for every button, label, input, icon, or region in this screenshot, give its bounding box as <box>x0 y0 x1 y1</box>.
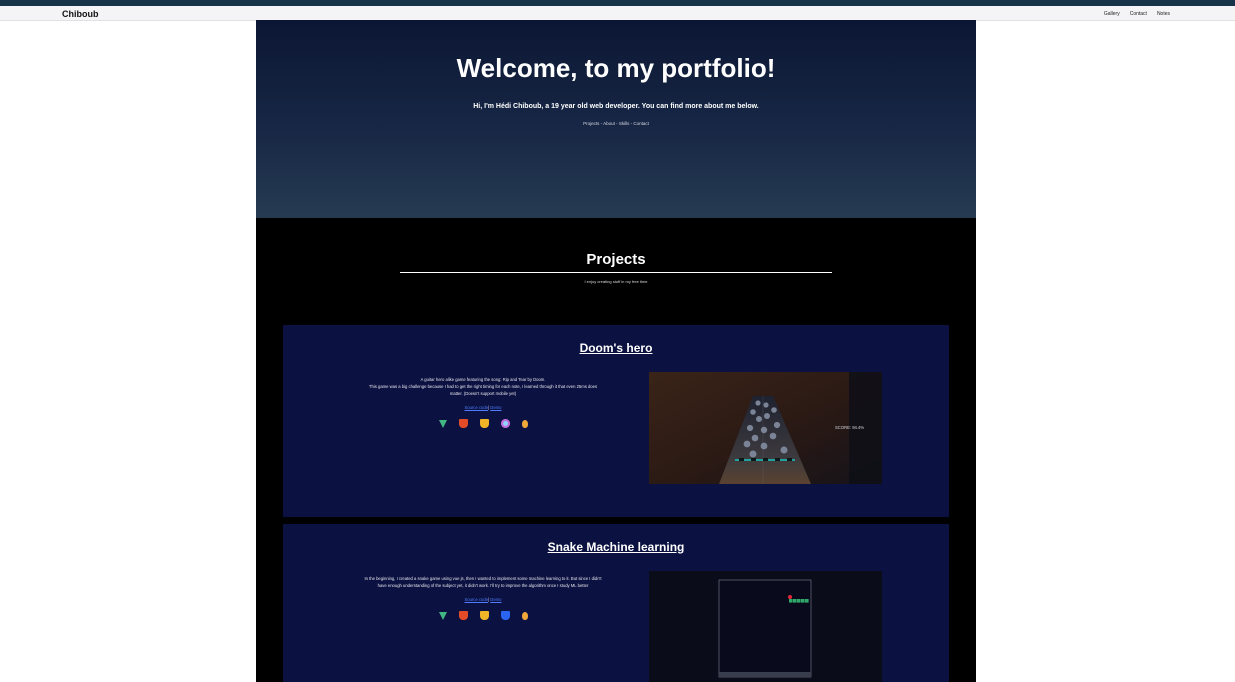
nav-link-gallery[interactable]: Gallery <box>1104 11 1120 17</box>
hero-link-projects[interactable]: Projects <box>583 121 599 126</box>
project-description: A guitar hero alike game featuring the s… <box>347 376 619 397</box>
webpack-icon <box>501 419 510 428</box>
vue-icon <box>439 611 447 620</box>
nav-links: Gallery Contact Notes <box>1104 11 1170 17</box>
projects-subtitle: I enjoy creating stuff in my free time <box>584 279 648 284</box>
source-code-link[interactable]: Source code <box>465 405 489 410</box>
description-line: have enough understanding of the subject… <box>377 583 589 588</box>
project-title[interactable]: Doom's hero <box>283 341 949 355</box>
demo-link[interactable]: Demo <box>490 405 501 410</box>
project-links: Source code| Demo <box>347 597 619 602</box>
link-divider: | <box>488 405 490 410</box>
hero-section: Welcome, to my portfolio! Hi, I'm Hédi C… <box>256 20 976 218</box>
nav-link-contact[interactable]: Contact <box>1130 11 1147 17</box>
demo-link[interactable]: Demo <box>490 597 501 602</box>
project-title[interactable]: Snake Machine learning <box>283 540 949 554</box>
hero-title: Welcome, to my portfolio! <box>456 53 776 83</box>
nav-link-notes[interactable]: Notes <box>1157 11 1170 17</box>
html5-icon <box>459 611 468 620</box>
hero-subtitle: Hi, I'm Hédi Chiboub, a 19 year old web … <box>473 103 759 110</box>
html5-icon <box>459 419 468 428</box>
javascript-icon <box>480 419 489 428</box>
link-divider: | <box>488 597 490 602</box>
hand-icon <box>522 419 528 428</box>
hero-link-contact[interactable]: Contact <box>633 121 649 126</box>
tech-icons <box>439 419 528 428</box>
score-readout: SCORE: 94.4% <box>835 425 864 430</box>
snake-game-image <box>649 571 882 682</box>
projects-divider <box>400 272 832 273</box>
vue-icon <box>439 419 447 428</box>
description-line: In the beginning, I created a snake game… <box>364 576 602 581</box>
tech-icons <box>439 611 528 620</box>
guitar-game-image: SCORE: 94.4% <box>649 372 882 484</box>
project-card-doom: Doom's hero A guitar hero alike game fea… <box>283 325 949 517</box>
navbar: Chiboub Gallery Contact Notes <box>0 6 1235 21</box>
css3-icon <box>501 611 510 620</box>
project-links: Source code| Demo <box>347 405 619 410</box>
hero-section-links: Projects - About - Skills - Contact <box>256 121 976 126</box>
project-screenshot[interactable] <box>649 571 882 682</box>
hand-icon <box>522 611 528 620</box>
description-line: A guitar hero alike game featuring the s… <box>420 377 546 382</box>
hero-link-about[interactable]: About <box>603 121 615 126</box>
source-code-link[interactable]: Source code <box>465 597 489 602</box>
project-card-snake: Snake Machine learning In the beginning,… <box>283 524 949 682</box>
project-description: In the beginning, I created a snake game… <box>347 575 619 589</box>
page-content: Welcome, to my portfolio! Hi, I'm Hédi C… <box>256 20 976 682</box>
javascript-icon <box>480 611 489 620</box>
description-line: matter. (Doesn't support mobile yet) <box>449 391 517 396</box>
project-screenshot[interactable]: SCORE: 94.4% <box>649 372 882 484</box>
hero-link-skills[interactable]: Skills <box>619 121 630 126</box>
projects-heading: Projects <box>586 251 646 268</box>
brand-logo[interactable]: Chiboub <box>62 9 99 19</box>
description-line: This game was a big challenge because I … <box>368 384 598 389</box>
